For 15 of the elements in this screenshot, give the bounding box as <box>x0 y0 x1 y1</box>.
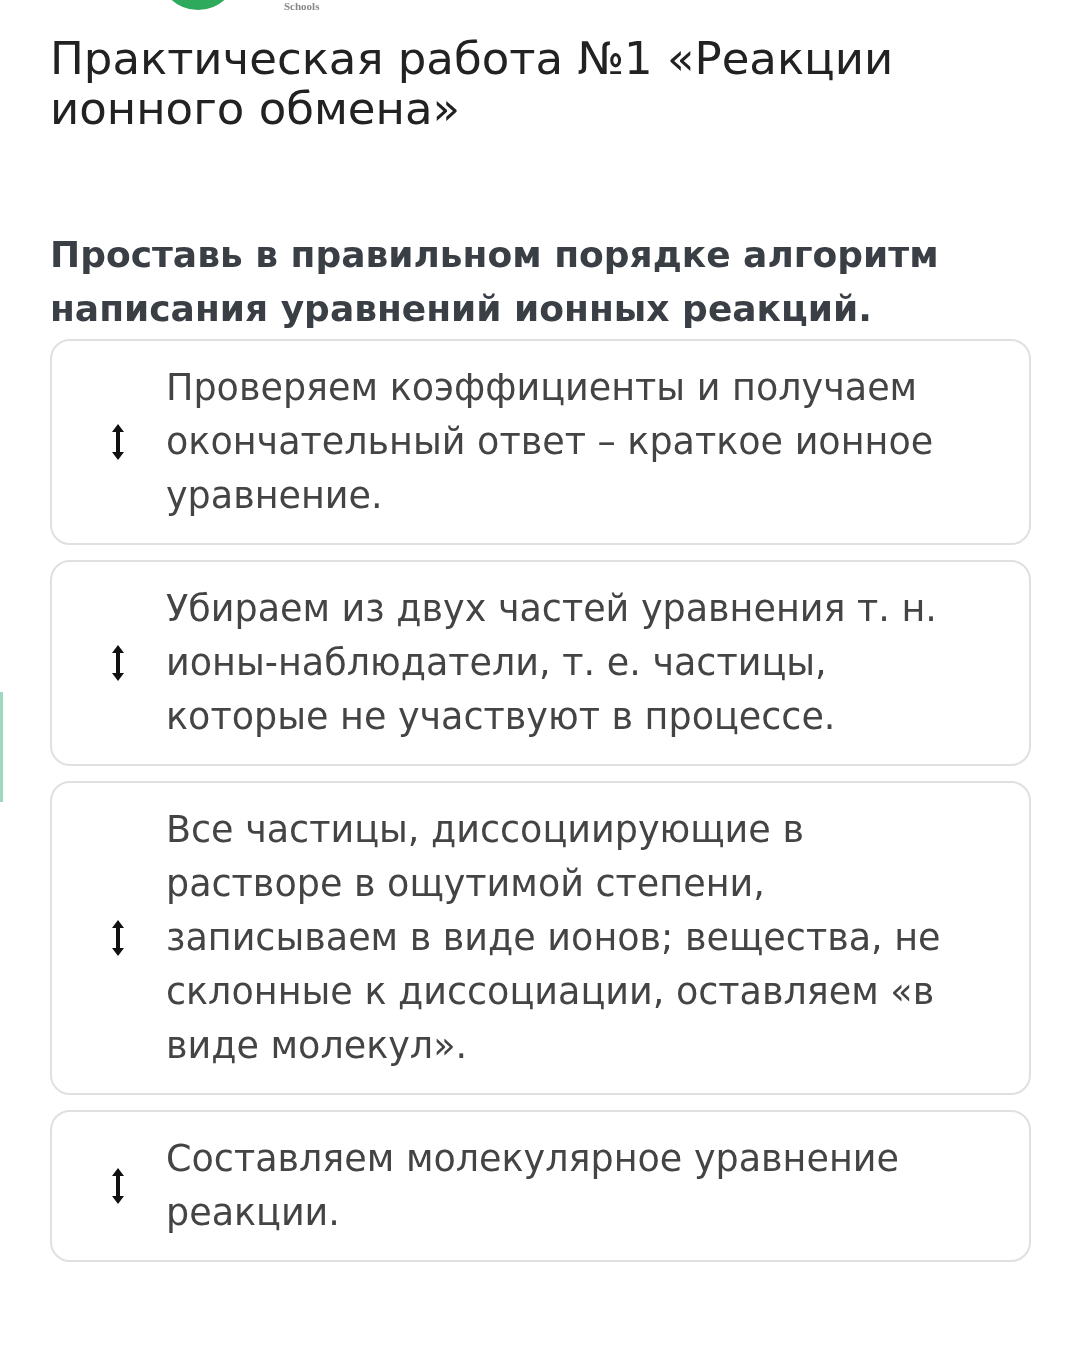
sortable-item[interactable]: Составляем молекулярное уравнение реакции. <box>50 1110 1031 1262</box>
drag-handle-icon[interactable] <box>110 1166 126 1206</box>
item-text: Убираем из двух частей уравнения т. н. ионы-наблюдатели, т. е. частицы, которые не участвуют в процессе. <box>166 586 938 740</box>
sortable-item[interactable]: Все частицы, диссоциирующие в растворе в ощутимой степени, записываем в виде ионов; вещества, не склонные к диссоциации, оставляем «в виде молекул». <box>50 781 1031 1095</box>
sortable-item[interactable]: Проверяем коэффициенты и получаем окончательный ответ – краткое ионное уравнение. <box>50 339 1031 545</box>
drag-handle-icon[interactable] <box>110 643 126 683</box>
item-text: Все частицы, диссоциирующие в растворе в ощутимой степени, записываем в виде ионов; вещества, не склонные к диссоциации, оставляем «в виде молекул». <box>166 807 942 1069</box>
sortable-item[interactable]: Убираем из двух частей уравнения т. н. ионы-наблюдатели, т. е. частицы, которые не участвуют в процессе. <box>50 560 1031 766</box>
page-title: Практическая работа №1 «Реакции ионного обмена» <box>50 34 895 134</box>
question-text: Проставь в правильном порядке алгоритм написания уравнений ионных реакций. <box>50 233 940 331</box>
drag-handle-icon[interactable] <box>110 422 126 462</box>
item-text: Составляем молекулярное уравнение реакции. <box>166 1136 900 1236</box>
item-text: Проверяем коэффициенты и получаем окончательный ответ – краткое ионное уравнение. <box>166 365 935 519</box>
logo-caption: Schools <box>284 0 320 12</box>
drag-handle-icon[interactable] <box>110 918 126 958</box>
